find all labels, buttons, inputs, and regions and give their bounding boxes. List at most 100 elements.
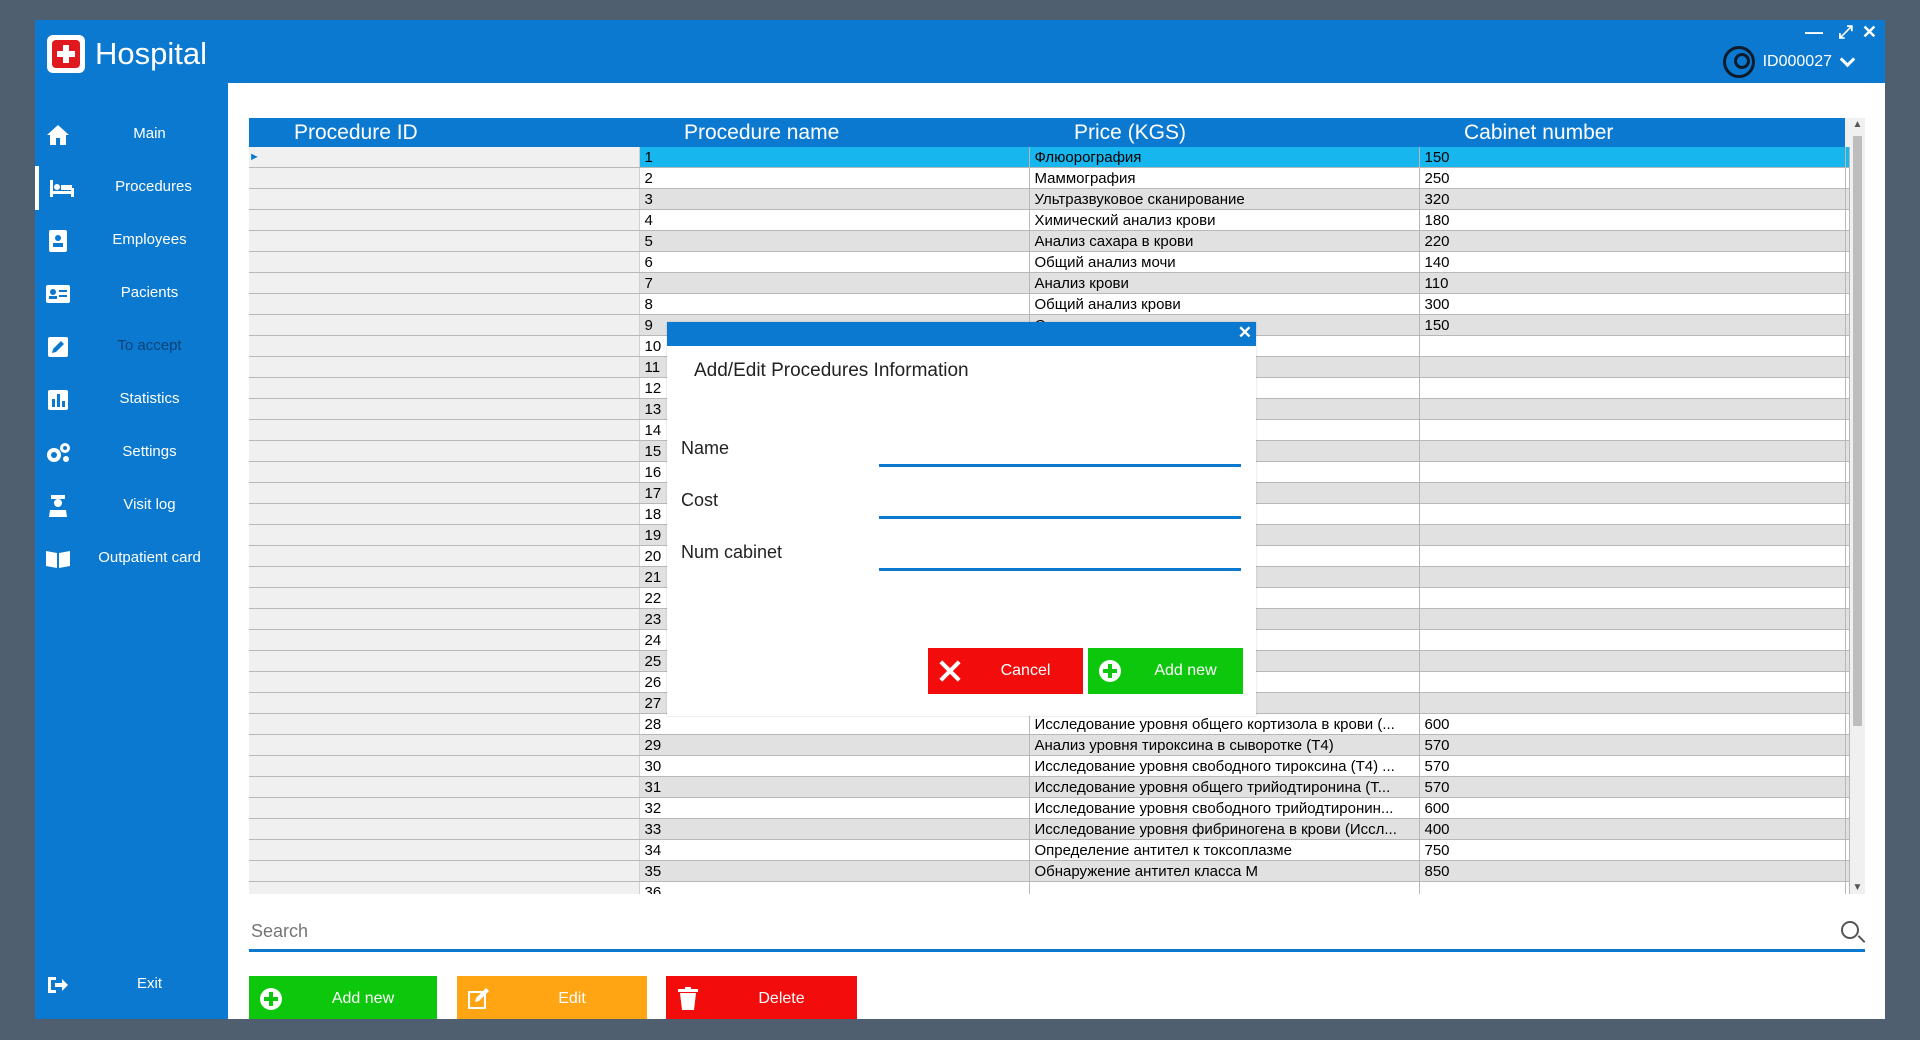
sidebar-item-settings[interactable]: Settings bbox=[35, 431, 228, 475]
table-row[interactable]: 5Анализ сахара в крови22014 bbox=[249, 230, 1850, 252]
row-header[interactable] bbox=[249, 398, 640, 420]
sidebar-item-procedures[interactable]: Procedures bbox=[35, 166, 232, 210]
row-header[interactable] bbox=[249, 608, 640, 630]
row-header[interactable] bbox=[249, 797, 640, 819]
delete-button[interactable]: Delete bbox=[666, 976, 857, 1019]
sidebar-item-to-accept[interactable]: To accept bbox=[35, 325, 228, 369]
table-row[interactable]: 8Общий анализ крови30015 bbox=[249, 293, 1850, 315]
table-scrollbar[interactable]: ▲ ▼ bbox=[1850, 118, 1865, 894]
row-header[interactable] bbox=[249, 335, 640, 357]
row-header[interactable] bbox=[249, 293, 640, 315]
row-header[interactable] bbox=[249, 377, 640, 399]
row-header[interactable] bbox=[249, 167, 640, 189]
sidebar-exit[interactable]: Exit bbox=[35, 963, 228, 1007]
row-header[interactable] bbox=[249, 818, 640, 840]
sidebar-item-statistics[interactable]: Statistics bbox=[35, 378, 228, 422]
table-row[interactable]: 31 Исследование уровня общего трийодтирон… bbox=[249, 776, 1850, 798]
row-header[interactable] bbox=[249, 713, 640, 735]
dialog-add-new-button[interactable]: Add new bbox=[1088, 648, 1243, 694]
add-new-label: Add new bbox=[331, 990, 395, 1007]
column-header-cabinet[interactable]: Cabinet number bbox=[1419, 118, 1845, 147]
row-header[interactable] bbox=[249, 671, 640, 693]
cell-price bbox=[1419, 692, 1846, 714]
edit-button[interactable]: Edit bbox=[457, 976, 647, 1019]
column-header-price[interactable]: Price (KGS) bbox=[1029, 118, 1419, 147]
table-row[interactable]: 34Определение антител к токсоплазме75033 bbox=[249, 839, 1850, 861]
row-header[interactable] bbox=[249, 482, 640, 504]
table-row[interactable]: 33 Исследование уровня фибриногена в кров… bbox=[249, 818, 1850, 840]
row-header[interactable] bbox=[249, 356, 640, 378]
row-header[interactable] bbox=[249, 839, 640, 861]
cell-cabinet: 10 bbox=[1845, 419, 1850, 441]
search-icon[interactable] bbox=[1841, 921, 1859, 939]
row-header[interactable] bbox=[249, 230, 640, 252]
cell-cabinet: 18 bbox=[1845, 650, 1850, 672]
table-row[interactable]: 3Ультразвуковое сканирование32019 bbox=[249, 188, 1850, 210]
table-row[interactable]: 36 bbox=[249, 881, 1850, 894]
table-row[interactable]: 6Общий анализ мочи14012 bbox=[249, 251, 1850, 273]
name-field[interactable] bbox=[879, 432, 1241, 467]
scroll-up-icon[interactable]: ▲ bbox=[1850, 119, 1865, 130]
table-row[interactable]: ►1Флюорография15033 bbox=[249, 147, 1850, 168]
row-header[interactable] bbox=[249, 587, 640, 609]
row-header[interactable] bbox=[249, 272, 640, 294]
dialog-close-icon[interactable]: ✕ bbox=[1238, 323, 1252, 343]
row-header[interactable] bbox=[249, 650, 640, 672]
search-input[interactable] bbox=[249, 913, 1753, 949]
row-header[interactable] bbox=[249, 440, 640, 462]
row-header[interactable] bbox=[249, 734, 640, 756]
sidebar-item-visit-log[interactable]: Visit log bbox=[35, 484, 228, 528]
cell-cabinet: 15 bbox=[1845, 293, 1850, 315]
row-header[interactable] bbox=[249, 314, 640, 336]
user-menu[interactable]: ID000027 bbox=[1722, 44, 1856, 80]
cell-cabinet: 14 bbox=[1845, 713, 1850, 735]
num-cabinet-field[interactable] bbox=[879, 536, 1241, 571]
cell-price bbox=[1419, 545, 1846, 567]
row-header[interactable] bbox=[249, 524, 640, 546]
table-row[interactable]: 28 Исследование уровня общего кортизола в… bbox=[249, 713, 1850, 735]
sidebar-item-outpatient-card[interactable]: Outpatient card bbox=[35, 537, 228, 581]
row-header[interactable] bbox=[249, 776, 640, 798]
cancel-label: Cancel bbox=[1000, 662, 1051, 679]
maximize-icon[interactable]: ⤢ bbox=[1839, 22, 1853, 43]
close-icon[interactable]: ✕ bbox=[1862, 22, 1877, 43]
row-pointer-icon[interactable]: ► bbox=[249, 147, 640, 168]
row-header[interactable] bbox=[249, 860, 640, 882]
column-header-name[interactable]: Procedure name bbox=[639, 118, 1029, 147]
row-header[interactable] bbox=[249, 188, 640, 210]
cancel-button[interactable]: Cancel bbox=[928, 648, 1083, 694]
row-header[interactable] bbox=[249, 545, 640, 567]
cell-price: 600 bbox=[1419, 713, 1846, 735]
row-header[interactable] bbox=[249, 755, 640, 777]
scrollbar-thumb[interactable] bbox=[1853, 136, 1862, 726]
row-header[interactable] bbox=[249, 461, 640, 483]
table-row[interactable]: 2Маммография25018 bbox=[249, 167, 1850, 189]
row-header[interactable] bbox=[249, 419, 640, 441]
table-row[interactable]: 4Химический анализ крови18020 bbox=[249, 209, 1850, 231]
sidebar-item-pacients[interactable]: Pacients bbox=[35, 272, 228, 316]
add-new-button[interactable]: Add new bbox=[249, 976, 437, 1019]
row-header[interactable] bbox=[249, 629, 640, 651]
row-header[interactable] bbox=[249, 692, 640, 714]
cost-field[interactable] bbox=[879, 484, 1241, 519]
row-header[interactable] bbox=[249, 881, 640, 894]
sidebar-item-main[interactable]: Main bbox=[35, 113, 228, 157]
table-row[interactable]: 30 Исследование уровня свободного тирокси… bbox=[249, 755, 1850, 777]
column-header-id[interactable]: Procedure ID bbox=[249, 118, 639, 147]
table-row[interactable]: 7Анализ крови11011 bbox=[249, 272, 1850, 294]
table-row[interactable]: 35Обнаружение антител класса М85099 bbox=[249, 860, 1850, 882]
scroll-down-icon[interactable]: ▼ bbox=[1850, 882, 1865, 893]
table-row[interactable]: 29 Анализ уровня тироксина в сыворотке (Т… bbox=[249, 734, 1850, 756]
cell-name: Исследование уровня свободного трийодтир… bbox=[1029, 797, 1420, 819]
row-header[interactable] bbox=[249, 566, 640, 588]
row-header[interactable] bbox=[249, 503, 640, 525]
row-header[interactable] bbox=[249, 209, 640, 231]
row-header[interactable] bbox=[249, 251, 640, 273]
table-row[interactable]: 32 Исследование уровня свободного трийодт… bbox=[249, 797, 1850, 819]
cell-cabinet: 20 bbox=[1845, 209, 1850, 231]
cell-price: 400 bbox=[1419, 818, 1846, 840]
cell-price bbox=[1419, 503, 1846, 525]
sidebar-item-employees[interactable]: Employees bbox=[35, 219, 228, 263]
exit-label: Exit bbox=[136, 975, 162, 992]
minimize-icon[interactable]: — bbox=[1805, 22, 1823, 43]
